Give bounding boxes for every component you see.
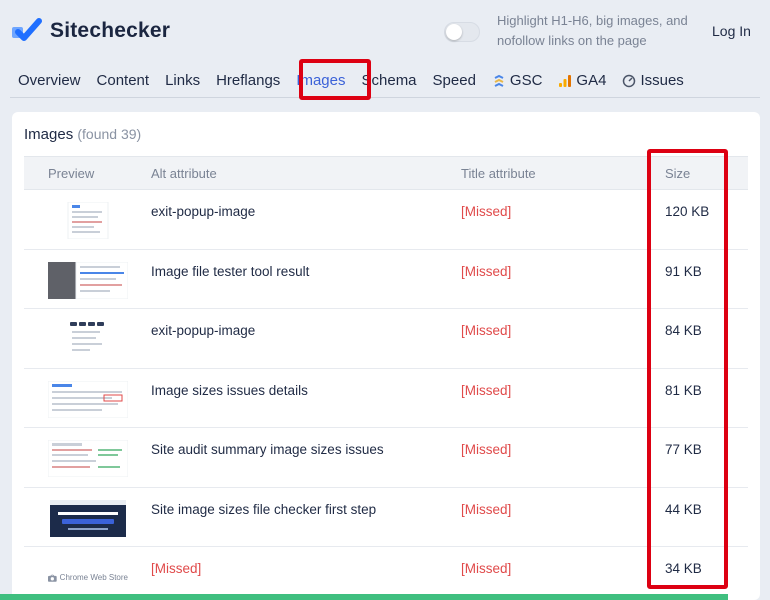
tab-label: Content (96, 71, 150, 89)
tab-label: Issues (640, 71, 684, 89)
image-preview (68, 321, 108, 358)
bottom-progress-bar (0, 594, 728, 600)
image-preview (48, 380, 128, 418)
tab-label: Overview (18, 71, 81, 89)
table-row[interactable]: Site audit summary image sizes issues [M… (24, 428, 748, 488)
tab-label: Links (165, 71, 201, 89)
checkmark-logo-icon (12, 18, 42, 41)
title-attribute: [Missed] (461, 382, 512, 398)
alt-attribute: Site audit summary image sizes issues (151, 442, 384, 457)
tab-label: Speed (432, 71, 476, 89)
brand-name: Sitechecker (50, 19, 171, 42)
table-row[interactable]: Image sizes issues details [Missed] 81 K… (24, 369, 748, 428)
report-tabs: Overview Content Links Hreflangs Images … (10, 64, 760, 98)
chrome-web-store-icon (48, 574, 57, 582)
images-tab-highlight (299, 59, 371, 100)
image-preview (67, 202, 109, 239)
highlight-toggle[interactable] (444, 22, 480, 42)
image-preview: Chrome Web Store (48, 559, 128, 596)
panel-title-text: Images (24, 126, 74, 143)
table-row[interactable]: Chrome Web Store [Missed] [Missed] 34 KB (24, 547, 748, 600)
image-preview (50, 499, 126, 537)
login-link[interactable]: Log In (712, 23, 751, 39)
table-row[interactable]: exit-popup-image [Missed] 84 KB (24, 309, 748, 369)
title-attribute: [Missed] (461, 323, 512, 338)
table-row[interactable]: Image file tester tool result [Missed] 9… (24, 250, 748, 309)
tab-label: GA4 (576, 71, 607, 89)
alt-attribute: Image sizes issues details (151, 382, 308, 398)
col-title: Title attribute (461, 166, 536, 181)
found-count: (found 39) (77, 126, 142, 142)
tab-content[interactable]: Content (89, 64, 158, 98)
highlight-toggle-label: Highlight H1-H6, big images, and nofollo… (497, 13, 688, 48)
image-preview (48, 440, 128, 477)
panel-title: Images (found 39) (24, 126, 141, 143)
tab-links[interactable]: Links (157, 64, 208, 98)
table-row[interactable]: Site image sizes file checker first step… (24, 488, 748, 547)
brand-logo[interactable]: Sitechecker (12, 18, 170, 44)
toggle-knob (446, 24, 462, 40)
tab-gsc[interactable]: GSC (484, 64, 551, 98)
table-header: Preview Alt attribute Title attribute Si… (24, 156, 748, 190)
size-column-highlight (647, 149, 728, 589)
images-table: Preview Alt attribute Title attribute Si… (24, 156, 748, 600)
alt-attribute: exit-popup-image (151, 323, 256, 338)
tab-ga4[interactable]: GA4 (550, 64, 614, 98)
tab-overview[interactable]: Overview (10, 64, 89, 98)
ga4-icon (559, 74, 572, 87)
tab-label: Hreflangs (216, 71, 281, 89)
tab-speed[interactable]: Speed (425, 64, 484, 98)
alt-attribute: Site image sizes file checker first step (151, 501, 377, 517)
chrome-web-store-text: Chrome Web Store (59, 573, 128, 582)
alt-attribute: exit-popup-image (151, 204, 256, 219)
col-alt: Alt attribute (151, 166, 217, 181)
title-attribute: [Missed] (461, 442, 512, 457)
tab-issues[interactable]: Issues (614, 64, 691, 98)
top-header: Sitechecker Highlight H1-H6, big images,… (0, 0, 770, 62)
alt-attribute: [Missed] (151, 561, 202, 576)
title-attribute: [Missed] (461, 501, 512, 517)
table-row[interactable]: exit-popup-image [Missed] 120 KB (24, 190, 748, 250)
tab-hreflangs[interactable]: Hreflangs (208, 64, 288, 98)
gsc-icon (494, 74, 504, 87)
title-attribute: [Missed] (461, 263, 512, 279)
title-attribute: [Missed] (461, 204, 512, 219)
image-preview (48, 261, 128, 299)
gauge-icon (623, 74, 636, 87)
title-attribute: [Missed] (461, 561, 512, 576)
col-preview: Preview (48, 166, 95, 181)
alt-attribute: Image file tester tool result (151, 263, 310, 279)
tab-label: GSC (509, 71, 543, 89)
